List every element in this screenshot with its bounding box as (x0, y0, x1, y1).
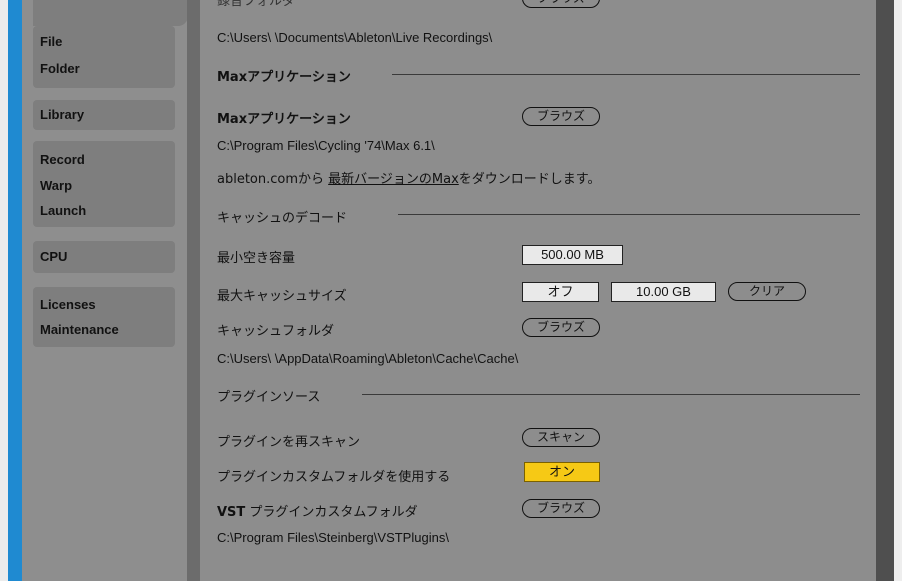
sidebar-item-warp[interactable]: Warp (40, 178, 72, 193)
window-edge-left (0, 0, 8, 581)
recordings-path: C:\Users\ \Documents\Ableton\Live Record… (217, 30, 493, 45)
cache-section-rule (398, 214, 860, 215)
sidebar-group-cpu: CPU (33, 241, 175, 273)
use-custom-folder-label: プラグインカスタムフォルダを使用する (217, 470, 451, 485)
sidebar-item-file[interactable]: File (40, 34, 62, 49)
accent-bar (8, 0, 22, 581)
download-suffix: をダウンロードします。 (458, 172, 601, 187)
max-cache-size-field[interactable]: 10.00 GB (611, 282, 716, 302)
cache-folder-path: C:\Users\ \AppData\Roaming\Ableton\Cache… (217, 351, 519, 366)
sidebar-group-record-warp-launch: Record Warp Launch (33, 141, 175, 227)
vst-custom-folder-label: VST プラグインカスタムフォルダ (217, 501, 418, 520)
clear-cache-button[interactable]: クリア (728, 282, 806, 301)
recordings-browse-button[interactable]: ブラウズ (522, 0, 600, 8)
max-section-header: Maxアプリケーション (217, 70, 351, 85)
recordings-folder-label: 録音フォルダ (217, 0, 296, 9)
sidebar-item-licenses[interactable]: Licenses (40, 297, 96, 312)
max-cache-size-label: 最大キャッシュサイズ (217, 289, 347, 304)
max-section-rule (392, 74, 860, 75)
sidebar-item-cpu[interactable]: CPU (40, 249, 67, 264)
vst-folder-path: C:\Program Files\Steinberg\VSTPlugins\ (217, 530, 449, 545)
vst-browse-button[interactable]: ブラウズ (522, 499, 600, 518)
cache-browse-button[interactable]: ブラウズ (522, 318, 600, 337)
sidebar-item-maintenance[interactable]: Maintenance (40, 322, 119, 337)
download-prefix: ableton.comから (217, 172, 325, 187)
sidebar-item-folder[interactable]: Folder (40, 61, 80, 76)
scrollbar-track[interactable] (876, 0, 894, 581)
sidebar-item-record[interactable]: Record (40, 152, 85, 167)
vst-label-rest: プラグインカスタムフォルダ (245, 505, 418, 520)
custom-folder-toggle[interactable]: オン (524, 462, 600, 482)
cache-folder-label: キャッシュフォルダ (217, 324, 335, 339)
preferences-content: 録音フォルダ ブラウズ C:\Users\ \Documents\Ableton… (200, 0, 876, 581)
sidebar-group-file-folder: File Folder (33, 26, 175, 88)
rescan-plugins-label: プラグインを再スキャン (217, 435, 361, 450)
max-download-link[interactable]: 最新バージョンのMax (328, 172, 459, 187)
preferences-window: File Folder Library Record Warp Launch C… (0, 0, 902, 581)
cache-section-header: キャッシュのデコード (217, 211, 348, 226)
max-browse-button[interactable]: ブラウズ (522, 107, 600, 126)
sidebar-item-library[interactable]: Library (40, 107, 84, 122)
rescan-button[interactable]: スキャン (522, 428, 600, 447)
sidebar-group-licenses: Licenses Maintenance (33, 287, 175, 347)
max-app-label: Maxアプリケーション (217, 112, 351, 127)
plugin-section-rule (362, 394, 860, 395)
max-cache-toggle[interactable]: オフ (522, 282, 599, 302)
max-download-line: ableton.comから 最新バージョンのMaxをダウンロードします。 (217, 168, 600, 187)
max-path: C:\Program Files\Cycling '74\Max 6.1\ (217, 138, 435, 153)
sidebar-item-launch[interactable]: Launch (40, 203, 86, 218)
sidebar-divider (187, 0, 200, 581)
sidebar-group-top (33, 0, 188, 26)
min-free-space-field[interactable]: 500.00 MB (522, 245, 623, 265)
min-free-space-label: 最小空き容量 (217, 251, 296, 266)
vst-label-bold: VST (217, 505, 246, 520)
plugin-section-header: プラグインソース (217, 390, 321, 405)
window-edge-right (894, 0, 902, 581)
sidebar-group-library: Library (33, 100, 175, 130)
